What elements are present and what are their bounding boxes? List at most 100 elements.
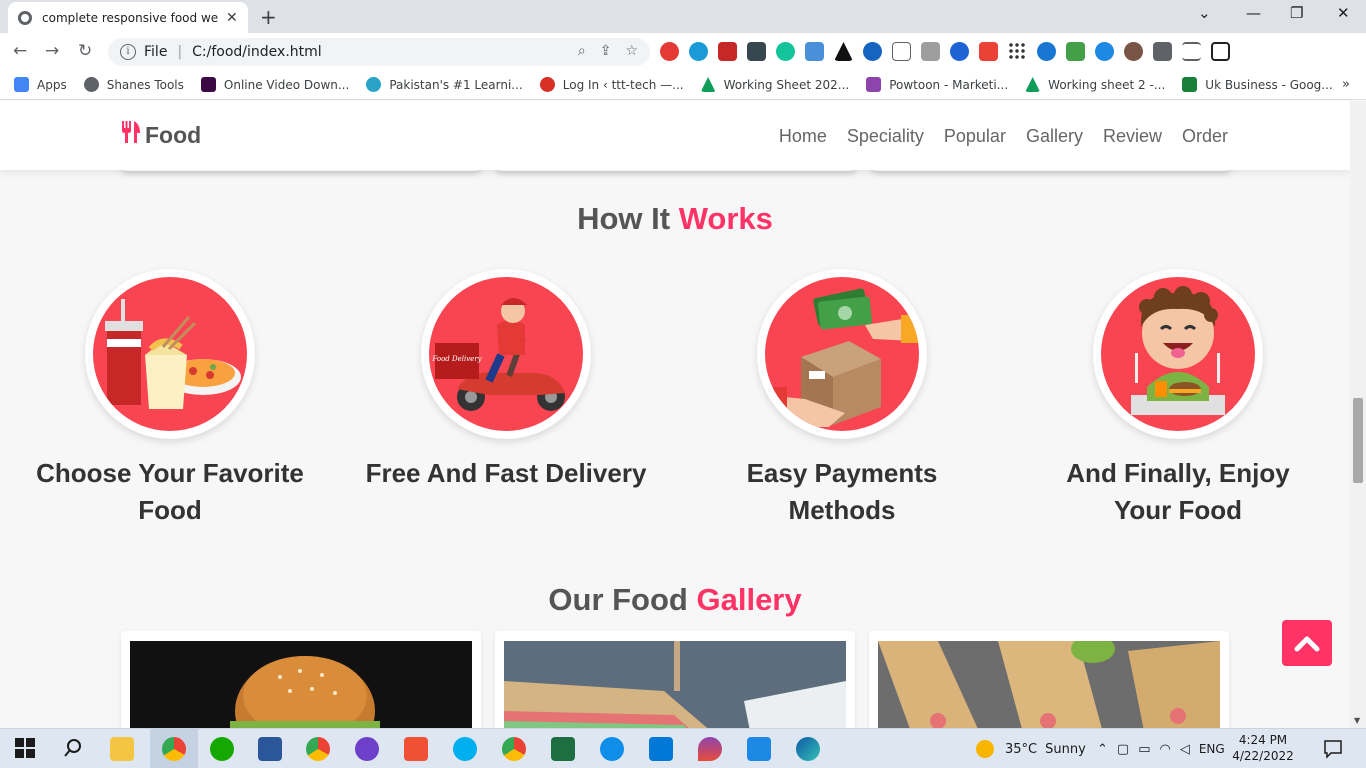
grammarly-go-extension-icon[interactable] [689,42,708,61]
edge-icon[interactable] [796,737,820,761]
forward-icon[interactable]: → [45,41,59,61]
git-icon[interactable] [404,737,428,761]
globe-icon [83,77,99,92]
file-explorer-icon[interactable] [110,737,134,761]
media-queue-icon[interactable] [1182,42,1201,61]
new-tab-button[interactable]: + [260,5,277,29]
upwork-icon[interactable] [210,737,234,761]
delivery-scooter-illustration: Food Delivery [429,277,583,431]
paint-drop-icon[interactable] [698,737,722,761]
nav-link-popular[interactable]: Popular [944,126,1006,147]
vector-extension-icon[interactable] [834,42,853,61]
bookmark-item[interactable]: Pakistan's #1 Learni... [366,77,523,92]
bookmark-item[interactable]: Apps [14,77,67,92]
face-extension-icon[interactable] [1124,42,1143,61]
wifi-icon[interactable]: ◠ [1160,742,1171,757]
word-icon[interactable] [258,737,282,761]
zoom-icon[interactable]: ⌕ [578,43,586,59]
notifications-icon[interactable] [1322,737,1346,761]
link-extension-icon[interactable] [747,42,766,61]
scroll-to-top-button[interactable] [1282,620,1332,666]
close-tab-icon[interactable]: ✕ [226,10,238,26]
pdf-extension-icon[interactable] [718,42,737,61]
tab-title: complete responsive food websit [42,10,218,25]
battery-icon[interactable]: ▭ [1138,742,1150,757]
scrollbar-thumb[interactable] [1353,398,1363,483]
burger-image [130,641,472,728]
puzzle-icon[interactable] [1153,42,1172,61]
bookmark-item[interactable]: Working Sheet 202... [700,77,849,92]
bookmark-star-icon[interactable]: ☆ [625,43,638,59]
search-icon[interactable] [62,737,86,761]
taskbar-clock[interactable]: 4:24 PM 4/22/2022 [1228,732,1298,764]
close-window-icon[interactable]: ✕ [1337,4,1350,22]
nav-link-gallery[interactable]: Gallery [1026,126,1083,147]
chrome-icon[interactable] [162,737,186,761]
photos-icon[interactable] [747,737,771,761]
browser-tab[interactable]: complete responsive food websit ✕ [8,2,248,33]
mail-extension-icon[interactable] [892,42,911,61]
bookmarks-overflow-icon[interactable]: » [1342,77,1350,92]
rocket-extension-icon[interactable] [950,42,969,61]
puzzle-pieces-extension-icon[interactable] [805,42,824,61]
chrome-profile-icon[interactable] [306,737,330,761]
url-scheme-label: File [144,44,168,60]
weather-widget[interactable]: 35°C Sunny [976,729,1086,768]
profile-dash-icon[interactable] [1240,42,1259,61]
frog-extension-icon[interactable] [1066,42,1085,61]
bookmark-item[interactable]: Online Video Down... [200,77,349,92]
excel-icon[interactable] [551,737,575,761]
powtoon-icon [866,77,882,92]
email-at-extension-icon[interactable] [1095,42,1114,61]
bookmark-item[interactable]: Shanes Tools [83,77,184,92]
windows-start-icon[interactable] [14,737,38,761]
bookmark-item[interactable]: Powtoon - Marketi... [866,77,1008,92]
url-text[interactable]: C:/food/index.html [192,44,322,60]
more-menu-icon[interactable] [1269,42,1288,61]
play-extension-icon[interactable] [1037,42,1056,61]
grammarly-extension-icon[interactable] [776,42,795,61]
gallery-card[interactable] [121,631,481,728]
site-logo[interactable]: Food [121,121,201,149]
bookmark-item[interactable]: Working sheet 2 -... [1025,77,1165,92]
nav-link-speciality[interactable]: Speciality [847,126,924,147]
url-separator: | [177,44,183,60]
gallery-card[interactable] [495,631,855,728]
vscode-icon[interactable] [649,737,673,761]
teamviewer-icon[interactable] [600,737,624,761]
chrome-second-icon[interactable] [502,737,526,761]
browser-tabstrip: complete responsive food websit ✕ + ⌄ — … [0,0,1366,33]
back-icon[interactable]: ← [13,41,27,61]
nav-link-home[interactable]: Home [779,126,827,147]
skype-icon[interactable] [453,737,477,761]
minimize-icon[interactable]: — [1246,4,1261,22]
github-desktop-icon[interactable] [355,737,379,761]
language-indicator[interactable]: ENG [1199,742,1225,756]
scroll-down-arrow-icon[interactable]: ▼ [1354,716,1360,725]
restore-icon[interactable]: ❐ [1290,4,1303,22]
gallery-card[interactable] [869,631,1229,728]
tab-search-icon[interactable]: ⌄ [1198,4,1211,22]
share-icon[interactable]: ⇪ [600,43,612,59]
side-panel-icon[interactable] [1211,42,1230,61]
step-image-frame [85,269,255,439]
address-bar[interactable]: i File | C:/food/index.html ⌕ ⇪ ☆ [108,38,650,66]
page-scrollbar[interactable]: ▼ [1350,101,1366,728]
at-extension-icon[interactable] [863,42,882,61]
note-extension-icon[interactable] [921,42,940,61]
pokeball-extension-icon[interactable] [660,42,679,61]
badge-extension-icon[interactable] [979,42,998,61]
reload-icon[interactable]: ↻ [78,41,92,61]
grid-extension-icon[interactable] [1008,42,1027,61]
meet-now-icon[interactable]: ▢ [1117,742,1129,757]
site-info-icon[interactable]: i [120,44,136,60]
gallery-heading: Our Food Gallery [548,582,802,617]
bookmark-item[interactable]: Log In ‹ ttt-tech —... [539,77,684,92]
nav-link-order[interactable]: Order [1182,126,1228,147]
nav-link-review[interactable]: Review [1103,126,1162,147]
happy-boy-illustration [1101,277,1255,431]
bookmark-item[interactable]: Uk Business - Goog... [1182,77,1333,92]
step-image-frame: Food Delivery [421,269,591,439]
chevron-up-icon[interactable]: ⌃ [1097,742,1108,757]
speaker-icon[interactable]: ◁ [1180,742,1190,757]
